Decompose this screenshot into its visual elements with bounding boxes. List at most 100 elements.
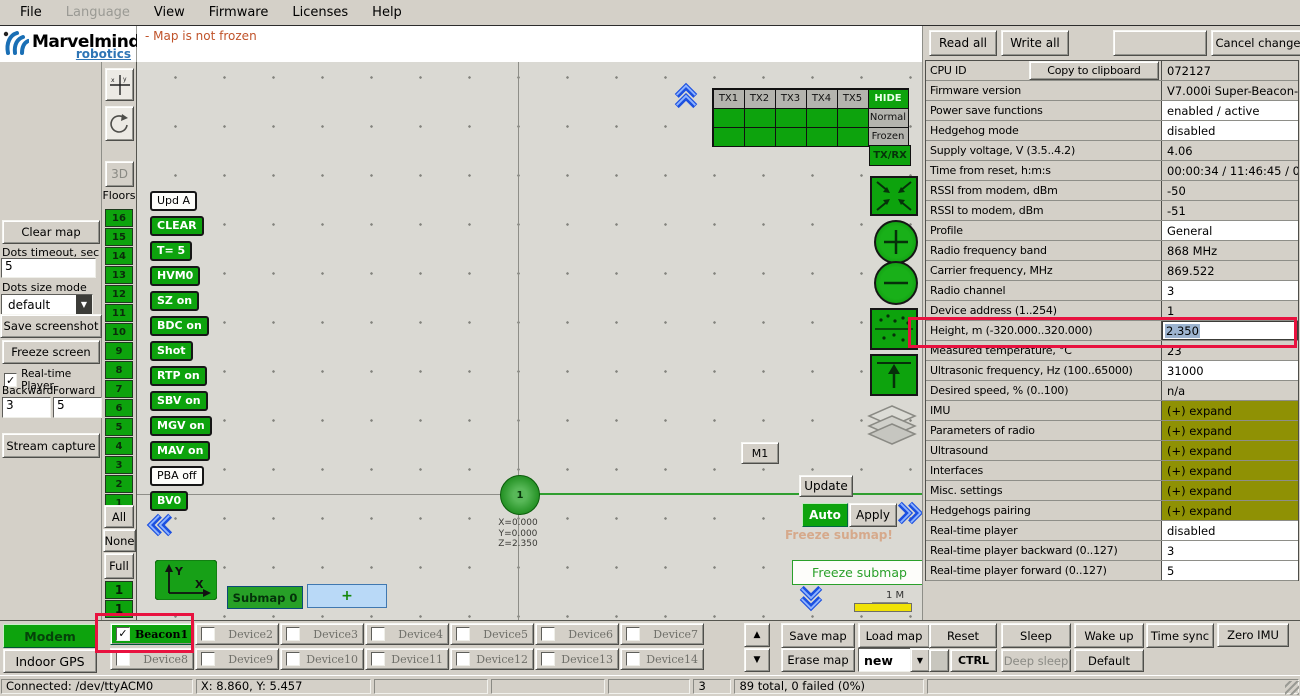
device-checkbox[interactable] [456, 652, 470, 666]
floors-none-button[interactable]: None [103, 529, 136, 552]
device-cell-device7[interactable]: Device7 [620, 623, 704, 645]
tx-cell[interactable] [806, 127, 838, 147]
tx-cell[interactable] [806, 108, 838, 128]
fit-view-icon[interactable] [870, 176, 918, 216]
floor-button-12[interactable]: 12 [105, 285, 133, 303]
param-value[interactable]: (+) expand [1162, 501, 1298, 520]
floor-button-8[interactable]: 8 [105, 361, 133, 379]
stream-capture-button[interactable]: Stream capture [2, 433, 100, 458]
device-cell-device9[interactable]: Device9 [195, 648, 279, 670]
blank-button[interactable] [1113, 30, 1207, 56]
resize-grip[interactable] [1285, 681, 1299, 695]
erase-map-button[interactable]: Erase map [781, 648, 855, 672]
zoom-in-icon[interactable] [874, 220, 918, 264]
floor-button-11[interactable]: 11 [105, 304, 133, 322]
read-all-button[interactable]: Read all [929, 30, 997, 56]
update-button[interactable]: Update [799, 475, 853, 497]
map-button-shot[interactable]: Shot [150, 341, 193, 361]
map-button-t-5[interactable]: T= 5 [150, 241, 192, 261]
device-checkbox[interactable] [456, 627, 470, 641]
beacon-marker[interactable]: 1 [500, 475, 540, 515]
floor-extra-button-0[interactable]: 1 [105, 581, 133, 599]
device-cell-beacon1[interactable]: ✓Beacon1 [110, 623, 194, 645]
floor-button-9[interactable]: 9 [105, 342, 133, 360]
device-checkbox[interactable] [371, 652, 385, 666]
floor-button-5[interactable]: 5 [105, 418, 133, 436]
param-value[interactable]: General [1162, 221, 1298, 240]
tx-cell[interactable] [775, 108, 807, 128]
tx-cell[interactable] [744, 108, 776, 128]
param-value[interactable]: 3 [1162, 541, 1298, 560]
cancel-changes-button[interactable]: Cancel changes [1211, 30, 1300, 56]
map-button-mav-on[interactable]: MAV on [150, 441, 210, 461]
param-value[interactable]: (+) expand [1162, 461, 1298, 480]
floor-button-2[interactable]: 2 [105, 475, 133, 493]
layers-icon[interactable] [863, 402, 921, 451]
forward-input[interactable]: 5 [53, 397, 102, 418]
tx-cell[interactable] [775, 127, 807, 147]
modem-button[interactable]: Modem [3, 624, 97, 648]
map-button-sz-on[interactable]: SZ on [150, 291, 199, 311]
load-map-button[interactable]: Load map [858, 623, 930, 648]
map-button-upd-a[interactable]: Upd A [150, 191, 197, 211]
axis-view-button[interactable]: xy [105, 68, 134, 101]
map-button-rtp-on[interactable]: RTP on [150, 366, 207, 386]
device-cell-device10[interactable]: Device10 [280, 648, 364, 670]
floor-button-14[interactable]: 14 [105, 247, 133, 265]
wake-up-button[interactable]: Wake up [1074, 623, 1144, 648]
floor-button-3[interactable]: 3 [105, 456, 133, 474]
param-value[interactable]: 5 [1162, 561, 1298, 580]
param-value[interactable]: disabled [1162, 121, 1298, 140]
hide-button[interactable]: HIDE [868, 89, 909, 109]
map-button-sbv-on[interactable]: SBV on [150, 391, 208, 411]
deep-sleep-button[interactable]: Deep sleep [1001, 649, 1071, 672]
param-value[interactable]: enabled / active [1162, 101, 1298, 120]
floor-button-10[interactable]: 10 [105, 323, 133, 341]
device-cell-device3[interactable]: Device3 [280, 623, 364, 645]
double-chevron-right-icon[interactable] [897, 500, 922, 526]
device-checkbox[interactable] [286, 627, 300, 641]
dropdown-arrow-icon[interactable]: ▼ [76, 295, 92, 314]
txrx-button[interactable]: TX/RX [869, 145, 911, 166]
map-button-bdc-on[interactable]: BDC on [150, 316, 209, 336]
floor-button-7[interactable]: 7 [105, 380, 133, 398]
reset-button[interactable]: Reset [929, 623, 997, 648]
menu-help[interactable]: Help [360, 2, 414, 23]
time-sync-button[interactable]: Time sync [1146, 623, 1214, 648]
save-map-button[interactable]: Save map [781, 623, 855, 648]
device-cell-device13[interactable]: Device13 [535, 648, 619, 670]
freeze-screen-button[interactable]: Freeze screen [2, 340, 100, 364]
menu-file[interactable]: File [8, 2, 54, 23]
device-cell-device4[interactable]: Device4 [365, 623, 449, 645]
frozen-button[interactable]: Frozen [868, 127, 909, 147]
device-checkbox[interactable] [626, 627, 640, 641]
double-chevron-down-icon[interactable] [797, 586, 825, 612]
param-value[interactable]: disabled [1162, 521, 1298, 540]
floors-all-button[interactable]: All [104, 505, 134, 528]
floor-button-16[interactable]: 16 [105, 209, 133, 227]
tx-cell[interactable] [713, 108, 745, 128]
map-button-bv0[interactable]: BV0 [150, 491, 188, 511]
map-button-hvm0[interactable]: HVM0 [150, 266, 200, 286]
menu-view[interactable]: View [142, 2, 197, 23]
scroll-down-button[interactable]: ▼ [744, 648, 770, 672]
map-area[interactable]: Upd ACLEART= 5HVM0SZ onBDC onShotRTP onS… [137, 62, 922, 620]
m1-button[interactable]: M1 [741, 442, 779, 464]
indoor-gps-button[interactable]: Indoor GPS [3, 649, 97, 673]
menu-firmware[interactable]: Firmware [197, 2, 281, 23]
device-checkbox[interactable] [116, 652, 130, 666]
device-cell-device14[interactable]: Device14 [620, 648, 704, 670]
double-chevron-up-icon[interactable] [672, 82, 700, 108]
tx-cell[interactable] [837, 127, 869, 147]
floor-extra-button-1[interactable]: 1 [105, 600, 133, 618]
device-checkbox[interactable] [201, 652, 215, 666]
floor-button-13[interactable]: 13 [105, 266, 133, 284]
default-button[interactable]: Default [1074, 649, 1144, 672]
device-checkbox[interactable] [371, 627, 385, 641]
device-checkbox[interactable] [201, 627, 215, 641]
device-checkbox[interactable]: ✓ [116, 627, 130, 641]
normal-button[interactable]: Normal [868, 108, 909, 128]
menu-licenses[interactable]: Licenses [280, 2, 360, 23]
device-cell-device8[interactable]: Device8 [110, 648, 194, 670]
ctrl-button[interactable]: CTRL [950, 649, 997, 672]
